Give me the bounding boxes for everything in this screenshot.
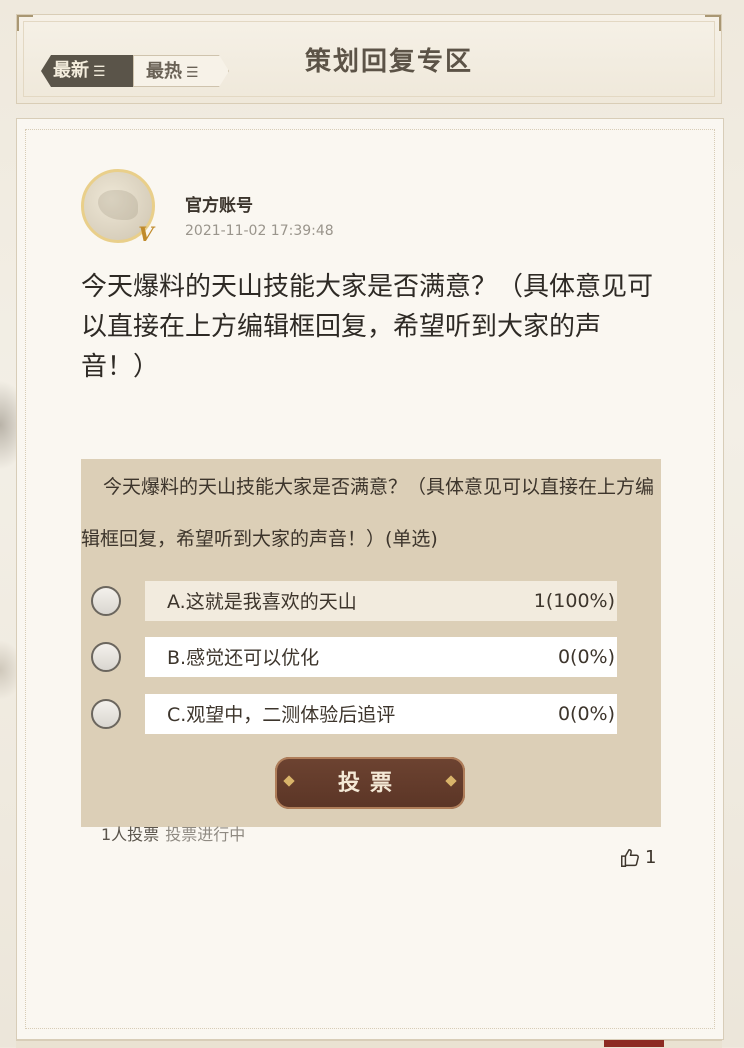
radio-button[interactable] [91,586,121,616]
thumbs-up-icon [621,849,639,867]
poll-question: 今天爆料的天山技能大家是否满意？（具体意见可以直接在上方编辑框回复，希望听到大家… [81,476,655,550]
option-label: C.观望中，二测体验后追评 [167,704,396,726]
page-title: 策划回复专区 [304,47,473,77]
avatar-image [98,190,138,220]
author-name[interactable]: 官方账号 [185,191,253,216]
vote-button[interactable]: 投票 [275,757,465,809]
option-label: B.感觉还可以优化 [167,647,320,669]
corner-ornament [17,15,33,31]
post-title: 今天爆料的天山技能大家是否满意？（具体意见可以直接在上方编辑框回复，希望听到大家… [81,272,654,382]
option-bar[interactable]: A.这就是我喜欢的天山 1(100%) [145,581,617,621]
poll: 今天爆料的天山技能大家是否满意？（具体意见可以直接在上方编辑框回复，希望听到大家… [81,459,661,827]
post-timestamp: 2021-11-02 17:39:48 [185,223,334,239]
radio-button[interactable] [91,642,121,672]
post-card: V 官方账号 2021-11-02 17:39:48 今天爆料的天山技能大家是否… [16,118,724,1040]
vip-v-icon: V [138,222,154,246]
poll-option[interactable]: B.感觉还可以优化 0(0%) [81,637,661,679]
poll-footer: 1人投票 投票进行中 [101,821,245,845]
poll-option[interactable]: A.这就是我喜欢的天山 1(100%) [81,581,661,623]
like-button[interactable]: 1 [619,847,656,871]
option-label: A.这就是我喜欢的天山 [167,591,357,613]
diamond-ornament-icon [283,775,295,787]
diamond-ornament-icon [445,775,457,787]
option-count: 0(0%) [557,703,615,725]
decoration [604,1040,664,1047]
option-bar[interactable]: B.感觉还可以优化 0(0%) [145,637,617,677]
poll-status: 投票进行中 [165,825,246,844]
radio-button[interactable] [91,699,121,729]
poll-option[interactable]: C.观望中，二测体验后追评 0(0%) [81,694,661,736]
option-bar[interactable]: C.观望中，二测体验后追评 0(0%) [145,694,617,734]
voter-count: 1人投票 [101,825,160,844]
corner-ornament [705,15,721,31]
like-count: 1 [645,847,657,868]
header: 最新 ☰ 最热 ☰ 策划回复专区 [16,14,722,104]
option-count: 1(100%) [533,590,615,612]
vote-button-label: 投票 [337,770,402,796]
option-count: 0(0%) [557,646,615,668]
